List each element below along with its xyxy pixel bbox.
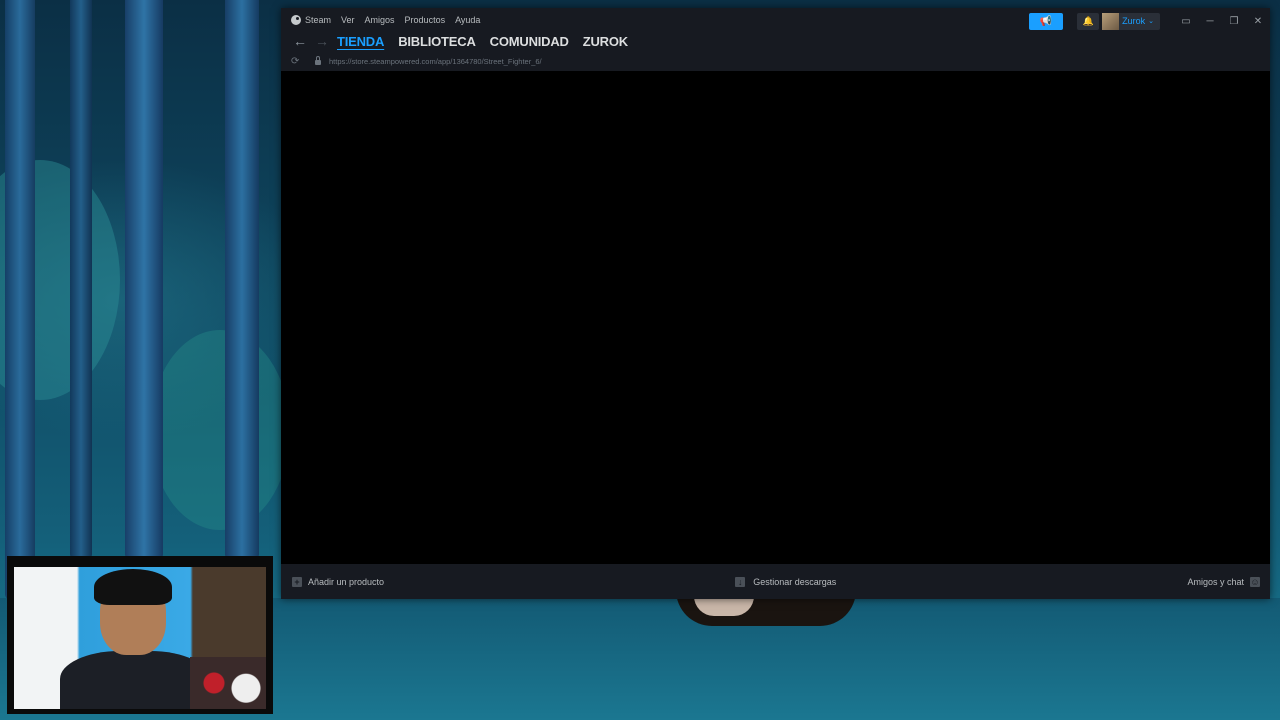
close-icon: ✕ xyxy=(1253,15,1263,27)
menu-productos[interactable]: Productos xyxy=(405,15,446,25)
webcam-feed xyxy=(14,567,266,709)
wallpaper-tree-trunk xyxy=(5,0,35,600)
tab-zurok[interactable]: ZUROK xyxy=(583,34,628,49)
lock-icon xyxy=(315,55,321,65)
manage-downloads-button[interactable]: ↓ Gestionar descargas xyxy=(735,576,837,587)
chevron-down-icon: ⌄ xyxy=(1148,18,1154,25)
menu-steam[interactable]: Steam xyxy=(291,15,331,25)
friends-chat-button[interactable]: Amigos y chat ☺ xyxy=(1187,576,1260,587)
download-icon: ↓ xyxy=(735,576,746,587)
friends-icon: ☺ xyxy=(1249,576,1260,587)
add-product-button[interactable]: + Añadir un producto xyxy=(292,576,385,587)
restore-icon: ❐ xyxy=(1229,15,1239,27)
webcam-background-objects xyxy=(190,657,266,709)
maximize-button[interactable]: ❐ xyxy=(1222,12,1246,30)
forward-arrow-icon[interactable]: → xyxy=(311,33,333,49)
steam-window: Steam Ver Amigos Productos Ayuda 📢 🔔 Zur… xyxy=(281,8,1270,599)
notifications-button[interactable]: 🔔 xyxy=(1077,12,1100,30)
tab-tienda[interactable]: TIENDA xyxy=(337,34,384,49)
menu-amigos[interactable]: Amigos xyxy=(365,15,395,25)
wallpaper-tree-trunk xyxy=(125,0,163,560)
close-button[interactable]: ✕ xyxy=(1246,12,1270,30)
wallpaper-foliage xyxy=(150,330,290,530)
minimize-button[interactable]: ─ xyxy=(1198,12,1222,30)
avatar xyxy=(1102,12,1120,30)
user-name: Zurok xyxy=(1122,16,1146,26)
add-product-label: Añadir un producto xyxy=(308,576,385,587)
url-text[interactable]: https://store.steampowered.com/app/13647… xyxy=(329,57,542,66)
webcam-overlay xyxy=(7,556,273,714)
plus-icon: + xyxy=(292,576,302,587)
main-nav: ← → TIENDA BIBLIOTECA COMUNIDAD ZUROK xyxy=(289,31,628,51)
bottom-bar: + Añadir un producto ↓ Gestionar descarg… xyxy=(281,564,1270,599)
webcam-person-body xyxy=(60,651,210,709)
url-bar: ⟳ https://store.steampowered.com/app/136… xyxy=(291,54,542,68)
menu-steam-label: Steam xyxy=(305,15,332,25)
reload-icon[interactable]: ⟳ xyxy=(291,56,305,67)
store-content-area[interactable] xyxy=(281,71,1270,564)
wallpaper-tree-trunk xyxy=(70,0,92,560)
menu-ver[interactable]: Ver xyxy=(341,15,355,25)
announcements-button[interactable]: 📢 xyxy=(1029,12,1064,30)
user-menu-button[interactable]: Zurok ⌄ xyxy=(1102,12,1160,30)
monitor-icon: ▭ xyxy=(1181,15,1191,27)
webcam-person-hair xyxy=(94,569,172,605)
manage-downloads-label: Gestionar descargas xyxy=(753,576,837,587)
tab-comunidad[interactable]: COMUNIDAD xyxy=(490,34,569,49)
friends-chat-label: Amigos y chat xyxy=(1187,576,1244,587)
big-picture-button[interactable]: ▭ xyxy=(1174,12,1198,30)
steam-menubar: Steam Ver Amigos Productos Ayuda xyxy=(281,8,490,32)
bell-icon: 🔔 xyxy=(1082,15,1094,26)
menu-ayuda[interactable]: Ayuda xyxy=(455,15,480,25)
tab-biblioteca[interactable]: BIBLIOTECA xyxy=(398,34,476,49)
megaphone-icon: 📢 xyxy=(1039,15,1053,27)
steam-logo-icon xyxy=(291,15,301,25)
minimize-icon: ─ xyxy=(1206,15,1214,27)
title-bar-controls: 📢 🔔 Zurok ⌄ ▭ ─ ❐ ✕ xyxy=(1029,12,1270,30)
wallpaper-tree-trunk xyxy=(225,0,259,560)
back-arrow-icon[interactable]: ← xyxy=(289,33,311,49)
